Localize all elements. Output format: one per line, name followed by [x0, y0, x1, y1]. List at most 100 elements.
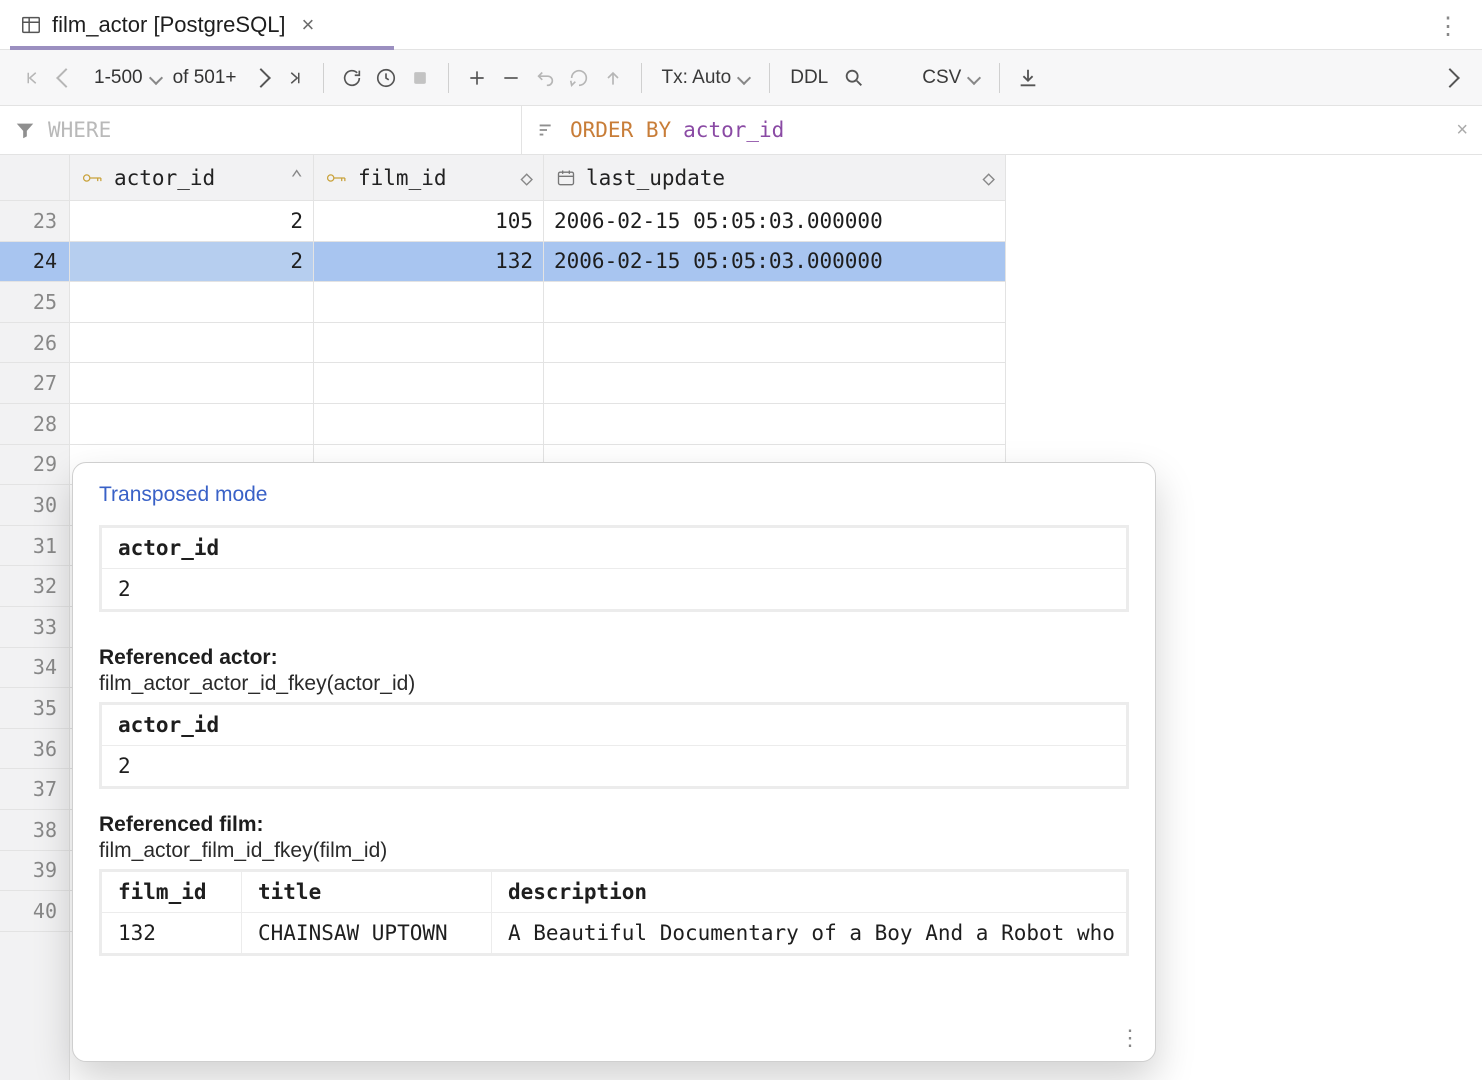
- cell-col-name: actor_id: [102, 528, 235, 568]
- cell-empty[interactable]: [70, 282, 314, 322]
- tx-mode-button[interactable]: Tx: Auto: [654, 60, 758, 96]
- sort-icon: [536, 119, 558, 141]
- cell-empty[interactable]: [70, 404, 314, 444]
- popup-kebab-icon[interactable]: ⋮: [1119, 1025, 1141, 1051]
- row-number[interactable]: 27: [0, 363, 69, 404]
- column-header-last-update[interactable]: last_update ◇: [544, 155, 1006, 200]
- datetime-icon: [556, 168, 576, 188]
- row-number[interactable]: 35: [0, 688, 69, 729]
- row-number[interactable]: 38: [0, 810, 69, 851]
- commit-button[interactable]: [597, 60, 629, 96]
- sort-asc-icon[interactable]: ⌃: [290, 166, 303, 190]
- row-number[interactable]: 31: [0, 526, 69, 567]
- referenced-actor-fkey: film_actor_actor_id_fkey(actor_id): [99, 672, 1129, 696]
- order-by-clause[interactable]: ORDER BY actor_id ×: [522, 106, 1482, 154]
- result-grid: 232425262728293031323334353637383940 act…: [0, 155, 1482, 1080]
- filter-bar: WHERE ORDER BY actor_id ×: [0, 106, 1482, 155]
- tx-mode-label: Tx: Auto: [662, 67, 732, 89]
- ref-actor-col: actor_id: [102, 705, 235, 745]
- history-button[interactable]: [370, 60, 402, 96]
- cell-empty[interactable]: [314, 282, 544, 322]
- table-row[interactable]: 21052006-02-15 05:05:03.000000: [70, 201, 1006, 242]
- order-by-column: actor_id: [683, 118, 784, 142]
- row-number[interactable]: 25: [0, 282, 69, 323]
- column-header-actor-id[interactable]: actor_id ⌃: [70, 155, 314, 200]
- cell-empty[interactable]: [544, 323, 1006, 363]
- editor-tab[interactable]: film_actor [PostgreSQL] ×: [10, 0, 338, 49]
- row-number[interactable]: 32: [0, 566, 69, 607]
- delete-row-button[interactable]: [495, 60, 527, 96]
- row-number[interactable]: 34: [0, 648, 69, 689]
- gutter-header: [0, 155, 69, 201]
- export-format-button[interactable]: CSV: [914, 60, 987, 96]
- filter-icon: [14, 119, 36, 141]
- where-keyword: WHERE: [48, 118, 111, 142]
- cell-film-id[interactable]: 105: [314, 201, 544, 241]
- cell-empty[interactable]: [70, 363, 314, 403]
- refresh-button[interactable]: [336, 60, 368, 96]
- table-row[interactable]: [70, 323, 1006, 364]
- clear-sort-icon[interactable]: ×: [1456, 119, 1468, 142]
- search-button[interactable]: [838, 60, 870, 96]
- sort-handle-icon[interactable]: ◇: [982, 166, 995, 190]
- expand-toolbar-button[interactable]: [1434, 60, 1466, 96]
- page-range[interactable]: 1-500 of 501+: [84, 67, 243, 89]
- add-row-button[interactable]: [461, 60, 493, 96]
- row-number[interactable]: 24: [0, 242, 69, 283]
- cell-last-update[interactable]: 2006-02-15 05:05:03.000000: [544, 242, 1006, 282]
- table-row[interactable]: [70, 404, 1006, 445]
- sort-handle-icon[interactable]: ◇: [520, 166, 533, 190]
- row-number[interactable]: 30: [0, 485, 69, 526]
- cell-film-id[interactable]: 132: [314, 242, 544, 282]
- cell-actor-id[interactable]: 2: [70, 242, 314, 282]
- row-number[interactable]: 37: [0, 769, 69, 810]
- first-page-button[interactable]: [16, 60, 48, 96]
- last-page-button[interactable]: [279, 60, 311, 96]
- chevron-down-icon: [737, 70, 751, 84]
- cell-empty[interactable]: [544, 363, 1006, 403]
- page-range-value: 1-500: [90, 67, 147, 89]
- cell-actor-id[interactable]: 2: [70, 201, 314, 241]
- prev-page-button[interactable]: [50, 60, 82, 96]
- row-number[interactable]: 26: [0, 323, 69, 364]
- referenced-actor-table: actor_id 2: [99, 702, 1129, 789]
- row-number[interactable]: 33: [0, 607, 69, 648]
- ref-film-col-title: title: [242, 872, 492, 912]
- ref-film-col-id: film_id: [102, 872, 242, 912]
- ddl-button[interactable]: DDL: [782, 60, 836, 96]
- submit-button[interactable]: [563, 60, 595, 96]
- row-number[interactable]: 28: [0, 404, 69, 445]
- row-number[interactable]: 36: [0, 729, 69, 770]
- cell-empty[interactable]: [70, 323, 314, 363]
- next-page-button[interactable]: [245, 60, 277, 96]
- cell-empty[interactable]: [314, 323, 544, 363]
- download-button[interactable]: [1012, 60, 1044, 96]
- quick-doc-popup: Transposed mode actor_id 2 Referenced ac…: [72, 462, 1156, 1062]
- close-tab-icon[interactable]: ×: [296, 12, 321, 38]
- stop-button[interactable]: [404, 60, 436, 96]
- cell-empty[interactable]: [314, 404, 544, 444]
- transposed-mode-link[interactable]: Transposed mode: [99, 483, 267, 506]
- row-number[interactable]: 23: [0, 201, 69, 242]
- table-row[interactable]: [70, 282, 1006, 323]
- column-header-film-id[interactable]: film_id ◇: [314, 155, 544, 200]
- revert-button[interactable]: [529, 60, 561, 96]
- row-number[interactable]: 40: [0, 891, 69, 932]
- cell-empty[interactable]: [544, 282, 1006, 322]
- kebab-menu-icon[interactable]: ⋮: [1436, 12, 1462, 41]
- table-row[interactable]: 21322006-02-15 05:05:03.000000: [70, 242, 1006, 283]
- ref-film-col-desc: description: [492, 872, 1126, 912]
- row-number-gutter: 232425262728293031323334353637383940: [0, 155, 70, 1080]
- referenced-film-fkey: film_actor_film_id_fkey(film_id): [99, 839, 1129, 863]
- cell-empty[interactable]: [544, 404, 1006, 444]
- where-clause[interactable]: WHERE: [0, 106, 522, 154]
- cell-last-update[interactable]: 2006-02-15 05:05:03.000000: [544, 201, 1006, 241]
- row-number[interactable]: 29: [0, 445, 69, 486]
- pk-icon: [82, 169, 104, 187]
- cell-empty[interactable]: [314, 363, 544, 403]
- row-number[interactable]: 39: [0, 851, 69, 892]
- cell-value-table: actor_id 2: [99, 525, 1129, 612]
- table-icon: [20, 14, 42, 36]
- table-row[interactable]: [70, 363, 1006, 404]
- tab-title: film_actor [PostgreSQL]: [52, 12, 286, 38]
